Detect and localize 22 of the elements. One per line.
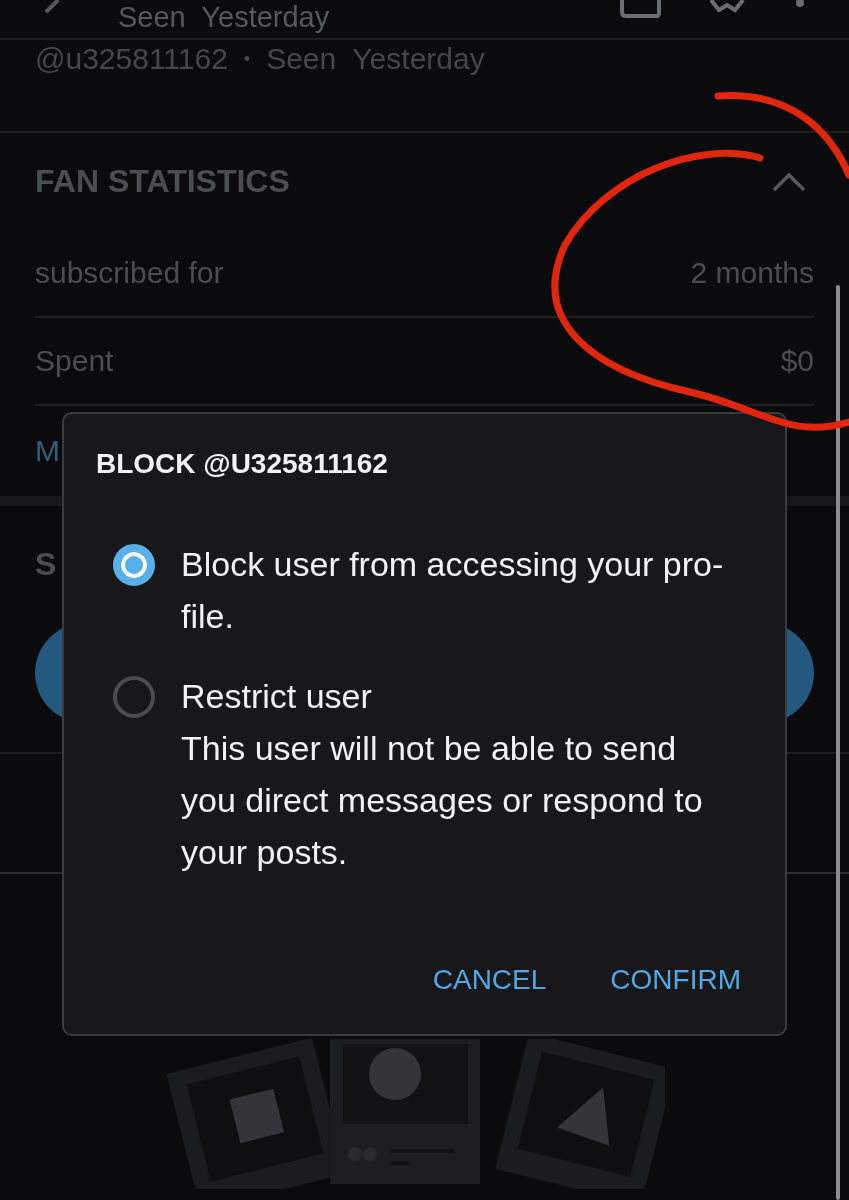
stat-label: subscribed for: [35, 256, 224, 290]
chevron-icon[interactable]: [772, 171, 806, 192]
radio-button[interactable]: [113, 676, 155, 718]
scrollbar[interactable]: [836, 285, 840, 1200]
dialog-button[interactable]: CANCEL: [420, 954, 559, 1006]
option-label: Block user from accessing your pro-file.: [181, 544, 725, 637]
radio-button[interactable]: [113, 544, 155, 586]
stat-value: $0: [780, 344, 814, 378]
section-title: FAN STATISTICS: [35, 163, 290, 200]
username: @u325811162: [35, 42, 228, 76]
last-seen-status: Seen Yesterday: [118, 2, 330, 32]
dialog-title: BLOCK @U325811162: [96, 448, 389, 480]
chat-icon[interactable]: [619, 0, 661, 18]
option-description: This user will not be able to send you direct messages or respond to your posts.: [181, 728, 704, 873]
last-seen-status: Seen Yesterday: [266, 42, 485, 76]
stat-value: 2 months: [690, 256, 814, 290]
option-label: Restrict user: [181, 676, 373, 717]
section-title: S: [35, 546, 57, 583]
separator-dot: •: [243, 48, 251, 71]
more-icon[interactable]: [795, 0, 805, 10]
stat-label: Spent: [35, 344, 114, 378]
dialog-button[interactable]: CONFIRM: [598, 954, 753, 1006]
